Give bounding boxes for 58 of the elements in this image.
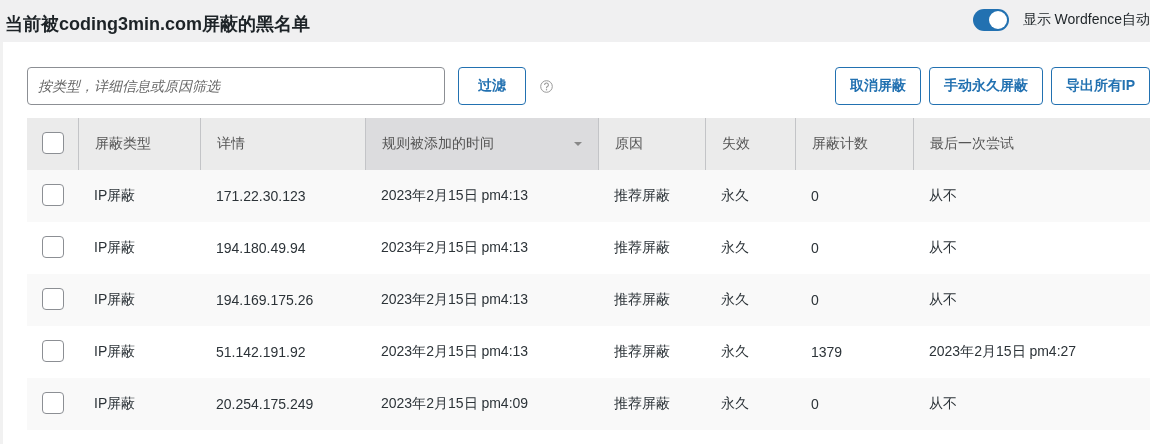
column-header[interactable]: 规则被添加的时间 bbox=[365, 118, 598, 170]
table-cell: 永久 bbox=[705, 170, 795, 222]
table-cell: 从不 bbox=[913, 378, 1150, 430]
table-cell: 推荐屏蔽 bbox=[598, 274, 705, 326]
help-icon[interactable] bbox=[540, 79, 553, 93]
column-header[interactable]: 详情 bbox=[200, 118, 365, 170]
toggle-switch[interactable] bbox=[972, 9, 1009, 31]
column-header[interactable]: 原因 bbox=[598, 118, 705, 170]
table-cell: 194.169.175.26 bbox=[200, 274, 365, 326]
page-title: 当前被coding3min.com屏蔽的黑名单 bbox=[5, 13, 311, 36]
sort-caret-icon bbox=[573, 142, 582, 146]
checkbox[interactable] bbox=[42, 235, 64, 258]
table-cell: 2023年2月15日 pm4:13 bbox=[365, 274, 598, 326]
table-cell: 2023年2月15日 pm4:13 bbox=[365, 222, 598, 274]
table-cell: 从不 bbox=[913, 274, 1150, 326]
table-cell: 194.180.49.94 bbox=[200, 222, 365, 274]
table-cell: 推荐屏蔽 bbox=[598, 170, 705, 222]
table-cell: 1379 bbox=[795, 326, 913, 378]
action-button[interactable]: 导出所有IP bbox=[1050, 67, 1150, 105]
table-cell: 推荐屏蔽 bbox=[598, 326, 705, 378]
table-cell: 20.254.175.249 bbox=[200, 378, 365, 430]
action-button[interactable]: 取消屏蔽 bbox=[834, 67, 921, 105]
table-cell: 0 bbox=[795, 170, 913, 222]
column-header[interactable]: 屏蔽类型 bbox=[78, 118, 200, 170]
checkbox[interactable] bbox=[42, 339, 64, 362]
table-cell: 从不 bbox=[913, 170, 1150, 222]
table-cell: 0 bbox=[795, 274, 913, 326]
checkbox[interactable] bbox=[42, 183, 64, 206]
action-button[interactable]: 手动永久屏蔽 bbox=[928, 67, 1043, 105]
table-cell: IP屏蔽 bbox=[78, 274, 200, 326]
table-cell: 0 bbox=[795, 378, 913, 430]
column-header[interactable]: 失效 bbox=[705, 118, 795, 170]
table-cell: 永久 bbox=[705, 274, 795, 326]
table-cell: 0 bbox=[795, 222, 913, 274]
table-cell: 永久 bbox=[705, 378, 795, 430]
table-cell: 永久 bbox=[705, 222, 795, 274]
checkbox[interactable] bbox=[42, 391, 64, 414]
checkbox[interactable] bbox=[42, 287, 64, 310]
table-cell: 171.22.30.123 bbox=[200, 170, 365, 222]
filter-button[interactable]: 过滤 bbox=[458, 67, 526, 105]
table-cell: 推荐屏蔽 bbox=[598, 222, 705, 274]
table-cell: IP屏蔽 bbox=[78, 378, 200, 430]
table-cell: 永久 bbox=[705, 326, 795, 378]
table-cell: 2023年2月15日 pm4:13 bbox=[365, 326, 598, 378]
table-cell: 2023年2月15日 pm4:27 bbox=[913, 326, 1150, 378]
column-header[interactable]: 最后一次尝试 bbox=[913, 118, 1150, 170]
filter-field[interactable]: 按类型，详细信息或原因筛选 bbox=[27, 67, 445, 105]
checkbox[interactable] bbox=[42, 131, 64, 154]
toggle-label: 显示 Wordfence自动 bbox=[1022, 11, 1150, 29]
column-header[interactable]: 屏蔽计数 bbox=[795, 118, 913, 170]
table-cell: 51.142.191.92 bbox=[200, 326, 365, 378]
table-cell: IP屏蔽 bbox=[78, 222, 200, 274]
table-cell: 2023年2月15日 pm4:13 bbox=[365, 170, 598, 222]
table-cell: 2023年2月15日 pm4:09 bbox=[365, 378, 598, 430]
table-cell: IP屏蔽 bbox=[78, 326, 200, 378]
table-cell: IP屏蔽 bbox=[78, 170, 200, 222]
table-cell: 推荐屏蔽 bbox=[598, 378, 705, 430]
table-cell: 从不 bbox=[913, 222, 1150, 274]
